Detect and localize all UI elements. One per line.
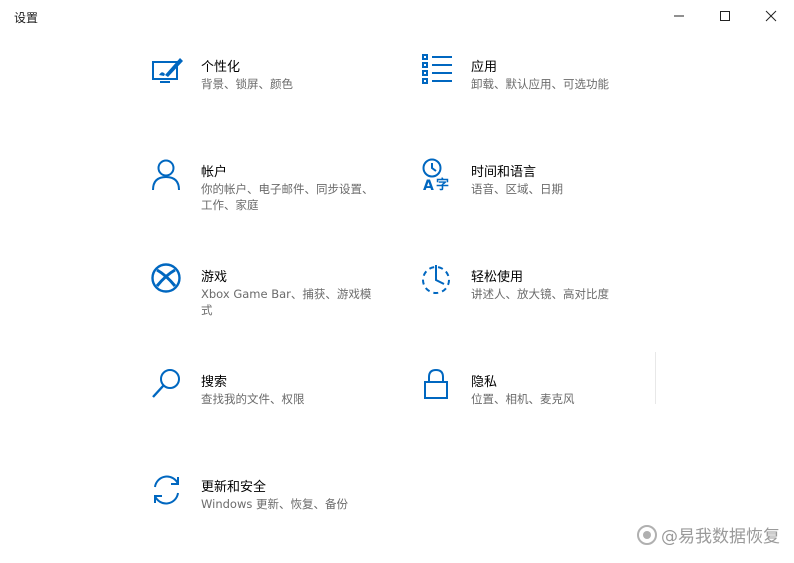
tile-ease-of-access[interactable]: 轻松使用 讲述人、放大镜、高对比度	[421, 263, 661, 343]
tile-accounts[interactable]: 帐户 你的帐户、电子邮件、同步设置、工作、家庭	[151, 158, 391, 238]
watermark-logo-icon	[637, 524, 657, 545]
watermark: @易我数据恢复	[637, 522, 780, 547]
search-icon	[151, 368, 187, 404]
sync-icon	[151, 473, 187, 509]
tile-time-language[interactable]: A 字 时间和语言 语音、区域、日期	[421, 158, 661, 238]
tile-description: Windows 更新、恢复、备份	[201, 497, 348, 511]
watermark-text: @易我数据恢复	[661, 527, 780, 547]
tile-description: 查找我的文件、权限	[201, 392, 305, 406]
minimize-button[interactable]	[656, 0, 702, 32]
window-title: 设置	[14, 11, 39, 25]
tile-name: 个性化	[201, 60, 241, 75]
tile-name: 搜索	[201, 375, 228, 390]
maximize-button[interactable]	[702, 0, 748, 32]
maximize-icon	[720, 11, 730, 21]
xbox-icon	[151, 263, 187, 299]
tile-name: 更新和安全	[201, 480, 267, 495]
svg-text:字: 字	[436, 177, 449, 192]
apps-list-icon	[421, 53, 457, 89]
tile-name: 帐户	[201, 165, 228, 180]
tile-apps[interactable]: 应用 卸载、默认应用、可选功能	[421, 53, 661, 133]
tile-name: 时间和语言	[471, 165, 537, 180]
tile-description: 语音、区域、日期	[471, 182, 563, 196]
person-icon	[151, 158, 187, 194]
tile-name: 隐私	[471, 375, 498, 390]
close-icon	[765, 10, 777, 22]
tile-description: 卸载、默认应用、可选功能	[471, 77, 609, 91]
tile-personalization[interactable]: 个性化 背景、锁屏、颜色	[151, 53, 391, 133]
svg-text:A: A	[423, 178, 434, 192]
ease-of-access-icon	[421, 263, 457, 299]
tile-description: 你的帐户、电子邮件、同步设置、工作、家庭	[201, 182, 374, 212]
tile-name: 轻松使用	[471, 270, 524, 285]
title-bar[interactable]: 设置	[0, 0, 794, 32]
tile-privacy[interactable]: 隐私 位置、相机、麦克风	[421, 368, 661, 448]
tile-name: 应用	[471, 60, 498, 75]
tile-update-security[interactable]: 更新和安全 Windows 更新、恢复、备份	[151, 473, 391, 553]
tile-description: Xbox Game Bar、捕获、游戏模式	[201, 287, 372, 317]
close-button[interactable]	[748, 0, 794, 32]
time-language-icon: A 字	[421, 158, 457, 194]
minimize-icon	[674, 15, 684, 17]
settings-window: 设置 个性化 背景、锁屏、颜色 应用 卸载、默认应用、可选功能 帐户 你的帐户、…	[0, 0, 794, 563]
divider	[655, 352, 656, 404]
tile-description: 讲述人、放大镜、高对比度	[471, 287, 609, 301]
tile-description: 背景、锁屏、颜色	[201, 77, 293, 91]
tile-name: 游戏	[201, 270, 228, 285]
lock-icon	[421, 368, 457, 404]
tile-gaming[interactable]: 游戏 Xbox Game Bar、捕获、游戏模式	[151, 263, 391, 343]
tile-search[interactable]: 搜索 查找我的文件、权限	[151, 368, 391, 448]
personalization-icon	[151, 53, 187, 89]
tile-description: 位置、相机、麦克风	[471, 392, 575, 406]
